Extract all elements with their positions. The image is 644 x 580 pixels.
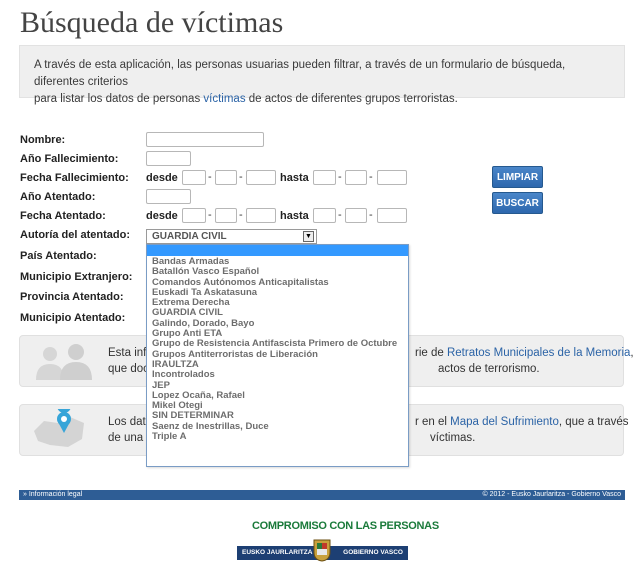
intro-text: A través de esta aplicación, las persona… [34,59,566,88]
coat-of-arms-icon [313,539,331,562]
gob-right-text: GOBIERNO VASCO [343,549,403,556]
dropdown-option[interactable]: Triple A [152,431,408,442]
fallec-hasta-dia-input[interactable] [313,170,336,185]
mapa-line2-end: víctimas. [430,430,475,447]
fallec-desde-mes-input[interactable] [215,170,237,185]
retratos-link[interactable]: Retratos Municipales de la Memoria [447,347,630,359]
slogan: COMPROMISO CON LAS PERSONAS [252,520,439,532]
atent-hasta-anio-input[interactable] [377,208,407,223]
limpiar-button[interactable]: LIMPIAR [492,166,543,188]
fallec-desde-anio-input[interactable] [246,170,276,185]
autoria-dropdown-list[interactable]: Bandas Armadas Batallón Vasco Español Coma… [146,244,409,467]
panel-text: , que a través [558,416,629,428]
desde-label: desde [146,210,178,222]
autoria-label: Autoría del atentado: [20,229,131,241]
atent-hasta-mes-input[interactable] [345,208,367,223]
dash: - [239,209,243,221]
gobierno-vasco-logo: EUSKO JAURLARITZA GOBIERNO VASCO [237,539,408,562]
anio-fallecimiento-input[interactable] [146,151,191,166]
atent-hasta-dia-input[interactable] [313,208,336,223]
desde-label: desde [146,172,178,184]
retratos-line1-end: rie de Retratos Municipales de la Memori… [415,345,634,362]
mapa-line1-end: r en el Mapa del Sufrimiento, que a trav… [415,414,629,431]
intro-text-3: de actos de diferentes grupos terrorista… [245,93,458,105]
dash: - [369,171,373,183]
intro-text-2: para listar los datos de personas [34,93,204,105]
fecha-atentado-label: Fecha Atentado: [20,210,106,222]
dropdown-highlighted-option[interactable] [147,245,408,256]
panel-text: rie de [415,347,447,359]
nombre-input[interactable] [146,132,264,147]
intro-box: A través de esta aplicación, las persona… [19,45,625,105]
footer-bar: » Información legal © 2012 - Eusko Jaurl… [19,490,625,500]
dash: - [239,171,243,183]
panel-text: víctimas. [430,432,476,444]
autoria-select[interactable]: GUARDIA CIVIL ▼ [146,229,317,244]
retratos-line2-end: actos de terrorismo. [438,361,540,378]
dash: - [369,209,373,221]
anio-atentado-input[interactable] [146,189,191,204]
autoria-selected-value: GUARDIA CIVIL [152,231,227,242]
hasta-label: hasta [280,210,309,222]
panel-text: actos de terrorismo. [438,363,540,375]
dash: - [208,171,212,183]
anio-fallecimiento-label: Año Fallecimiento: [20,153,119,165]
page-title: Búsqueda de víctimas [20,6,284,39]
gob-left-text: EUSKO JAURLARITZA [242,549,313,556]
fecha-fallecimiento-label: Fecha Fallecimiento: [20,172,129,184]
copyright-text: © 2012 - Eusko Jaurlaritza - Gobierno Va… [482,491,621,498]
mapa-link[interactable]: Mapa del Sufrimiento [450,416,559,428]
legal-link[interactable]: » Información legal [23,490,82,500]
fallec-hasta-anio-input[interactable] [377,170,407,185]
atent-desde-dia-input[interactable] [182,208,206,223]
nombre-label: Nombre: [20,134,66,146]
dash: - [338,171,342,183]
municipio-extranjero-label: Municipio Extranjero: [20,271,133,283]
provincia-label: Provincia Atentado: [20,291,124,303]
fallec-desde-dia-input[interactable] [182,170,206,185]
municipio-label: Municipio Atentado: [20,312,126,324]
anio-atentado-label: Año Atentado: [20,191,96,203]
hasta-label: hasta [280,172,309,184]
people-icon [36,344,92,380]
atent-desde-anio-input[interactable] [246,208,276,223]
dash: - [208,209,212,221]
victimas-link[interactable]: víctimas [203,93,245,105]
chevron-down-icon[interactable]: ▼ [303,231,314,242]
dropdown-option[interactable]: Saenz de Inestrillas, Duce [152,421,408,432]
atent-desde-mes-input[interactable] [215,208,237,223]
dropdown-options: Bandas Armadas Batallón Vasco Español Coma… [147,256,408,442]
fallec-hasta-mes-input[interactable] [345,170,367,185]
pais-label: País Atentado: [20,250,97,262]
dropdown-option[interactable]: Incontrolados [152,369,408,380]
panel-text: r en el [415,416,451,428]
buscar-button[interactable]: BUSCAR [492,192,543,214]
dash: - [338,209,342,221]
panel-text: , [630,347,634,359]
map-pin-icon [34,409,84,447]
